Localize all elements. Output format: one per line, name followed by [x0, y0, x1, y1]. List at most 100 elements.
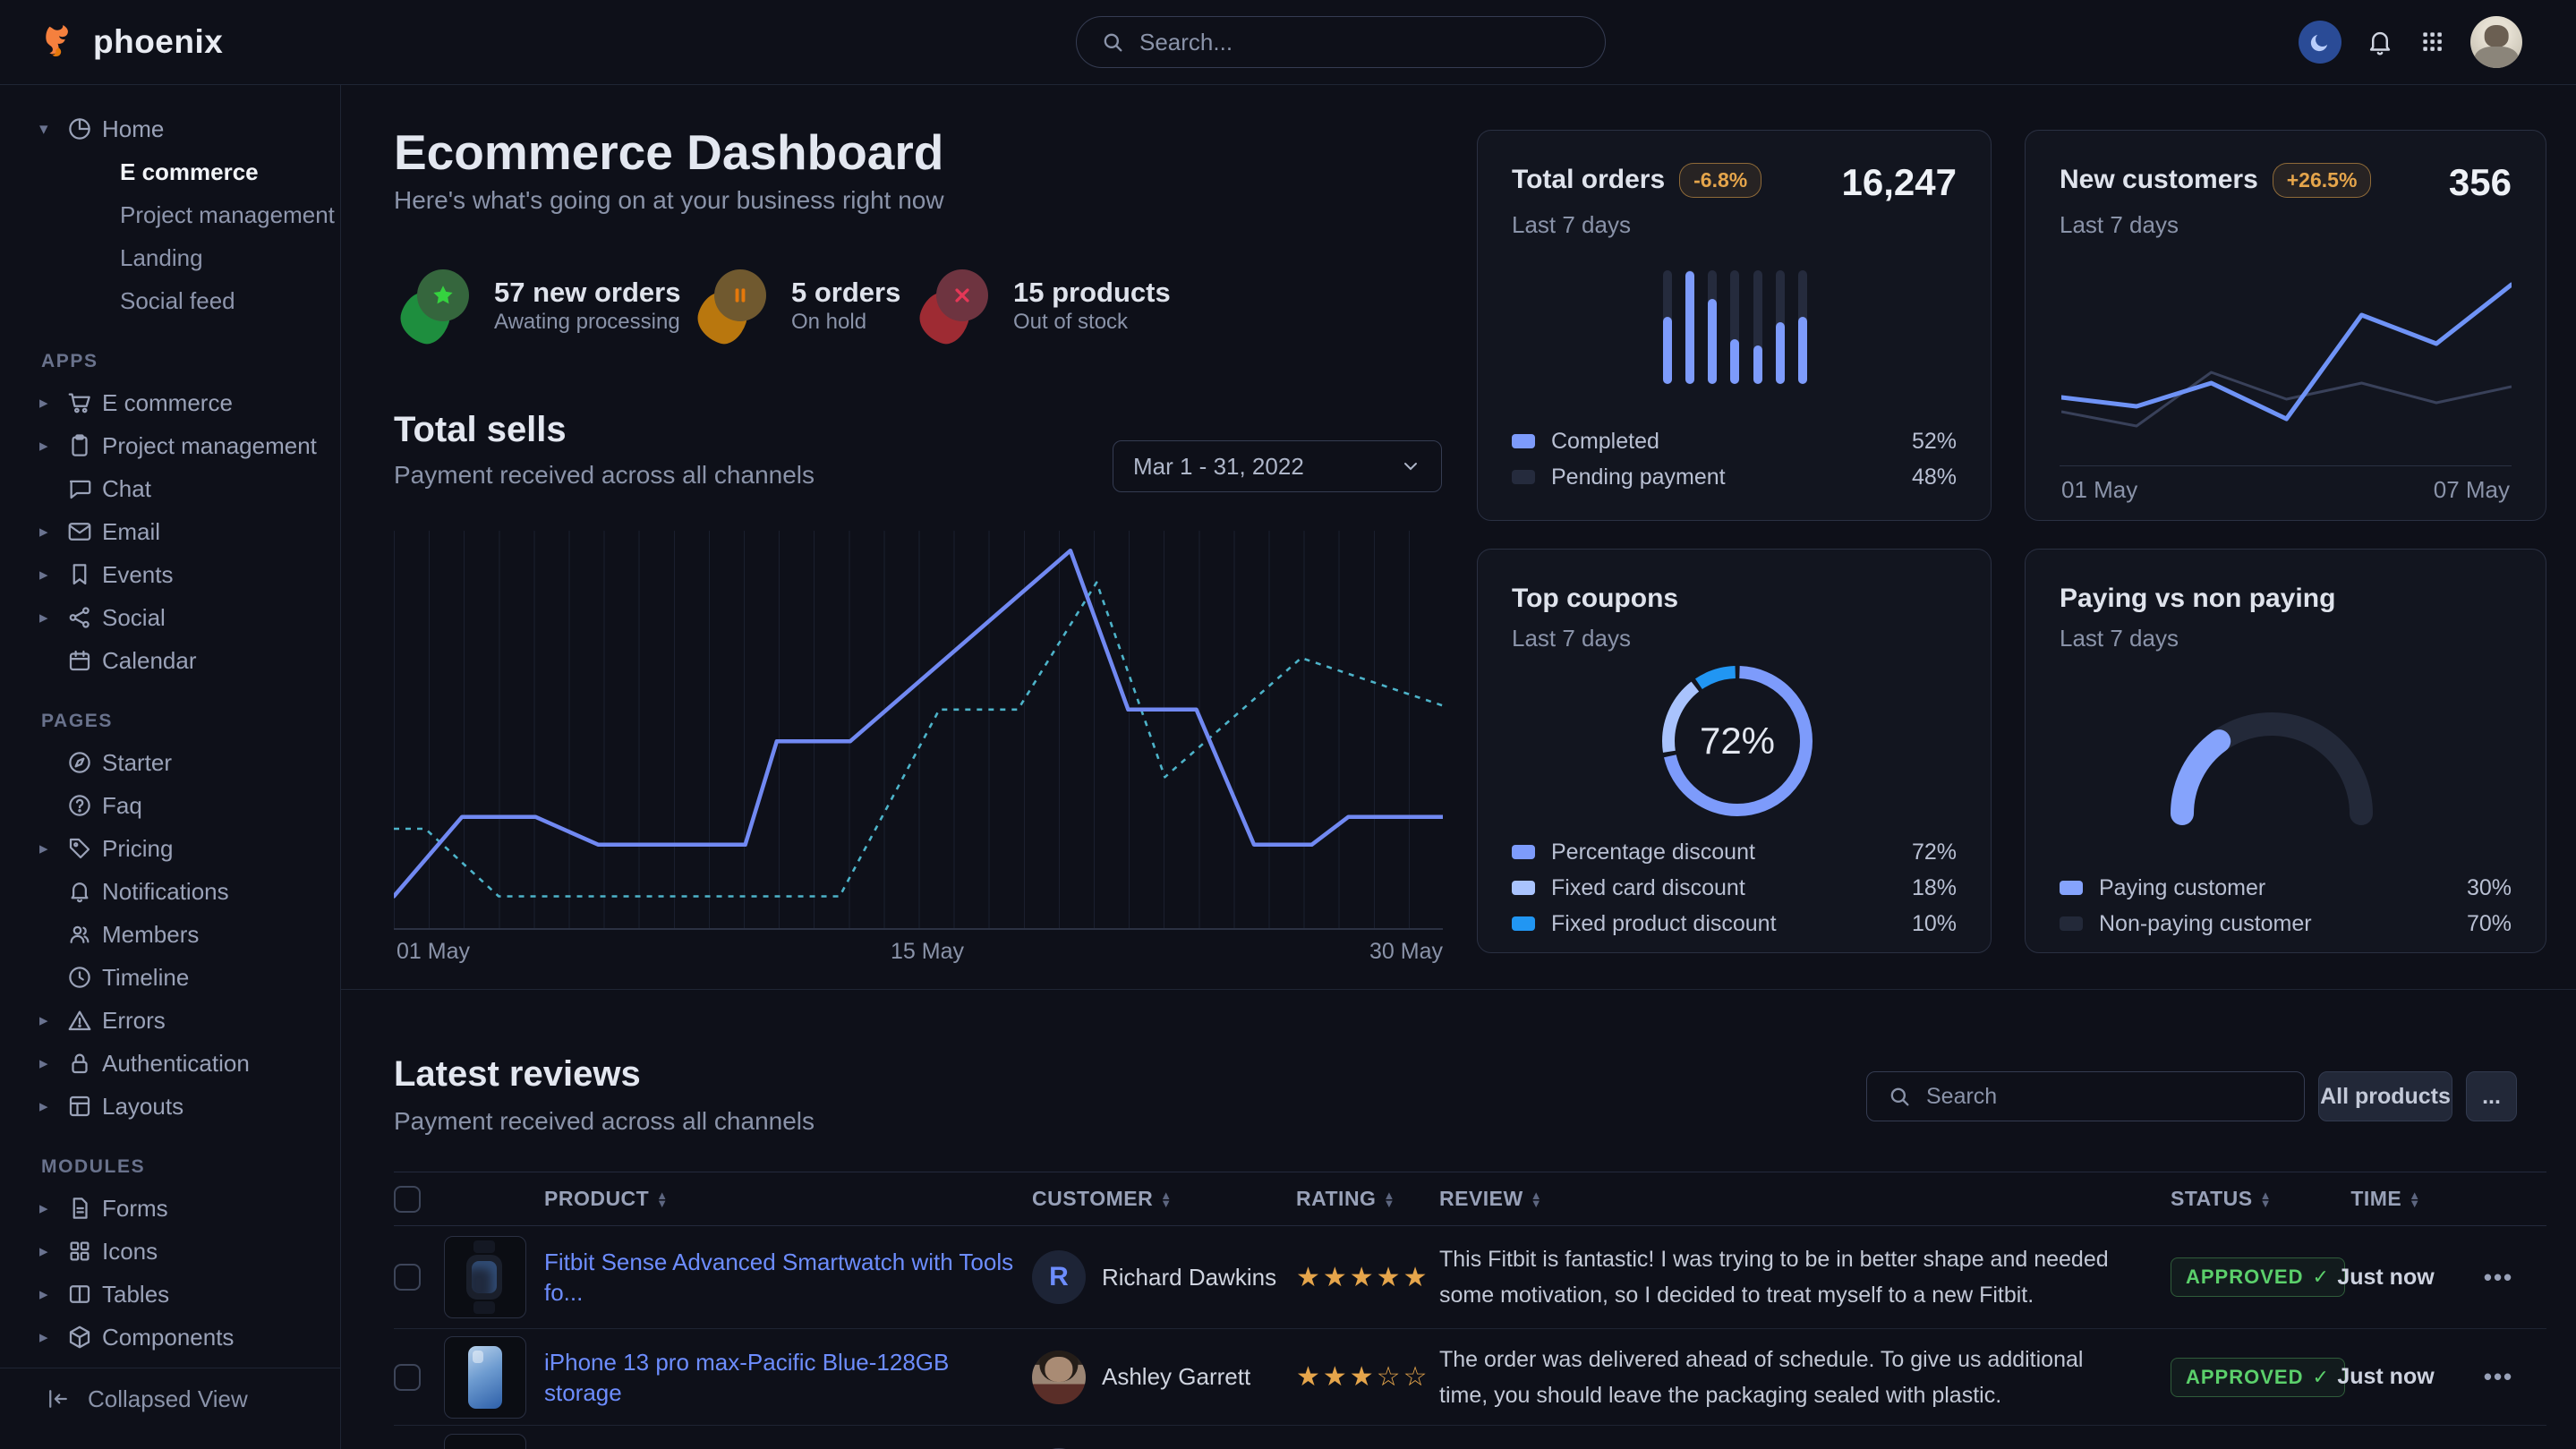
global-search[interactable]	[1076, 16, 1606, 68]
sidebar-item-label: Icons	[102, 1238, 158, 1266]
column-header-rating[interactable]: RATING▲▼	[1296, 1187, 1439, 1211]
product-thumbnail[interactable]	[444, 1336, 526, 1419]
ecommerce-dashboard-page: phoenix ▾ Home E commerceProject managemen…	[0, 0, 2576, 1449]
users-icon	[66, 921, 102, 948]
column-header-review[interactable]: REVIEW▲▼	[1439, 1187, 2146, 1211]
rating-stars: ★★★★★	[1296, 1263, 1429, 1292]
new-customers-line-chart	[2061, 276, 2512, 455]
column-header-time[interactable]: TIME▲▼	[2321, 1187, 2451, 1211]
sidebar-item-authentication[interactable]: ▸Authentication	[0, 1042, 340, 1085]
user-avatar[interactable]	[2470, 16, 2522, 68]
sidebar-item-starter[interactable]: Starter	[0, 741, 340, 784]
apps-grid-button[interactable]	[2418, 28, 2447, 56]
section-divider	[341, 989, 2576, 990]
sidebar-item-icons[interactable]: ▸Icons	[0, 1230, 340, 1273]
sidebar-item-label: Layouts	[102, 1093, 183, 1121]
legend-row-completed: Completed52%	[1512, 423, 1957, 459]
legend-label: Pending payment	[1551, 465, 1726, 490]
top-coupons-period: Last 7 days	[1512, 625, 1957, 652]
column-header-customer[interactable]: CUSTOMER▲▼	[1023, 1187, 1296, 1211]
share-icon	[66, 604, 102, 631]
reviews-more-button[interactable]: ...	[2466, 1071, 2517, 1121]
brand-logo[interactable]: phoenix	[39, 0, 223, 84]
all-products-button[interactable]: All products	[2318, 1071, 2452, 1121]
sidebar-item-label: Home	[102, 115, 164, 143]
sidebar-item-calendar[interactable]: Calendar	[0, 639, 340, 682]
order-bar	[1685, 270, 1694, 384]
row-more-button[interactable]: •••	[2451, 1363, 2546, 1391]
sidebar-subitem-social-feed[interactable]: Social feed	[0, 279, 340, 322]
sidebar-item-label: Email	[102, 518, 160, 546]
stat-caption: On hold	[791, 309, 900, 336]
sidebar-item-home[interactable]: ▾ Home	[0, 107, 340, 150]
sidebar-item-members[interactable]: Members	[0, 913, 340, 956]
paying-gauge-chart	[2158, 700, 2385, 826]
caret-icon: ▸	[39, 1327, 66, 1348]
stat-on-hold: 5 ordersOn hold	[698, 268, 900, 344]
row-checkbox[interactable]	[394, 1364, 421, 1391]
tag-icon	[66, 835, 102, 862]
sidebar-item-notifications[interactable]: Notifications	[0, 870, 340, 913]
sidebar-item-components[interactable]: ▸Components	[0, 1316, 340, 1359]
caret-icon: ▾	[39, 119, 66, 140]
legend-chip	[1512, 845, 1535, 859]
status-label: APPROVED	[2186, 1366, 2303, 1389]
sidebar-subitem-project-management[interactable]: Project management	[0, 193, 340, 236]
sidebar-item-faq[interactable]: Faq	[0, 784, 340, 827]
dark-mode-toggle[interactable]	[2299, 21, 2341, 64]
notifications-button[interactable]	[2365, 27, 2395, 57]
sidebar-nav: ▾ Home E commerceProject managementLanding…	[0, 84, 341, 1449]
column-header-status[interactable]: STATUS▲▼	[2146, 1187, 2321, 1211]
caret-icon: ▸	[39, 1096, 66, 1117]
sidebar-item-chat[interactable]: Chat	[0, 467, 340, 510]
reviews-search-input[interactable]	[1924, 1083, 2284, 1111]
sidebar-item-pricing[interactable]: ▸Pricing	[0, 827, 340, 870]
sidebar-item-events[interactable]: ▸Events	[0, 553, 340, 596]
date-range-select[interactable]: Mar 1 - 31, 2022	[1113, 440, 1442, 492]
new-customers-value: 356	[2449, 165, 2512, 200]
sort-icon: ▲▼	[1383, 1191, 1395, 1207]
row-checkbox[interactable]	[394, 1264, 421, 1291]
product-thumbnail[interactable]	[444, 1236, 526, 1318]
collapsed-view-button[interactable]: Collapsed View	[0, 1368, 340, 1429]
sidebar-item-timeline[interactable]: Timeline	[0, 956, 340, 999]
total-orders-title: Total orders	[1512, 165, 1665, 195]
reviews-search[interactable]	[1866, 1071, 2305, 1121]
sidebar-item-social[interactable]: ▸Social	[0, 596, 340, 639]
product-link[interactable]: iPhone 13 pro max-Pacific Blue-128GB sto…	[544, 1349, 949, 1406]
top-coupons-title: Top coupons	[1512, 584, 1957, 614]
caret-icon: ▸	[39, 393, 66, 413]
total-orders-card: Total orders -6.8% 16,247 Last 7 days Co…	[1477, 130, 1992, 521]
row-more-button[interactable]: •••	[2451, 1264, 2546, 1291]
sidebar-section-pages: PAGES	[0, 702, 340, 741]
product-link[interactable]: Fitbit Sense Advanced Smartwatch with To…	[544, 1249, 1013, 1306]
collapsed-view-label: Collapsed View	[88, 1385, 248, 1413]
legend-chip	[1512, 916, 1535, 931]
select-all-checkbox[interactable]	[394, 1186, 421, 1213]
stat-value: 15 products	[1013, 277, 1171, 309]
legend-chip	[2060, 916, 2083, 931]
sidebar-item-tables[interactable]: ▸Tables	[0, 1273, 340, 1316]
sidebar-subitem-e-commerce[interactable]: E commerce	[0, 150, 340, 193]
date-range-value: Mar 1 - 31, 2022	[1133, 453, 1304, 481]
paying-card: Paying vs non paying Last 7 days Paying …	[2025, 549, 2546, 953]
envelope-icon	[66, 518, 102, 545]
column-header-product[interactable]: PRODUCT▲▼	[535, 1187, 1023, 1211]
sidebar-subitem-landing[interactable]: Landing	[0, 236, 340, 279]
product-thumbnail[interactable]	[444, 1434, 526, 1449]
sidebar-item-errors[interactable]: ▸Errors	[0, 999, 340, 1042]
review-text: The order was delivered ahead of schedul…	[1439, 1342, 2146, 1413]
stat-yellow-icon	[698, 269, 768, 343]
sidebar-item-project-management[interactable]: ▸Project management	[0, 424, 340, 467]
sidebar-item-layouts[interactable]: ▸ Layouts	[0, 1085, 340, 1128]
question-icon	[66, 792, 102, 819]
legend-label: Fixed card discount	[1551, 875, 1745, 901]
total-sells-title: Total sells	[394, 410, 567, 450]
sidebar-item-forms[interactable]: ▸Forms	[0, 1187, 340, 1230]
global-search-input[interactable]	[1138, 28, 1582, 57]
sidebar-item-label: Tables	[102, 1281, 169, 1308]
sidebar-item-email[interactable]: ▸Email	[0, 510, 340, 553]
top-navbar: phoenix	[0, 0, 2576, 85]
legend-label: Fixed product discount	[1551, 911, 1777, 937]
sidebar-item-e-commerce[interactable]: ▸E commerce	[0, 381, 340, 424]
